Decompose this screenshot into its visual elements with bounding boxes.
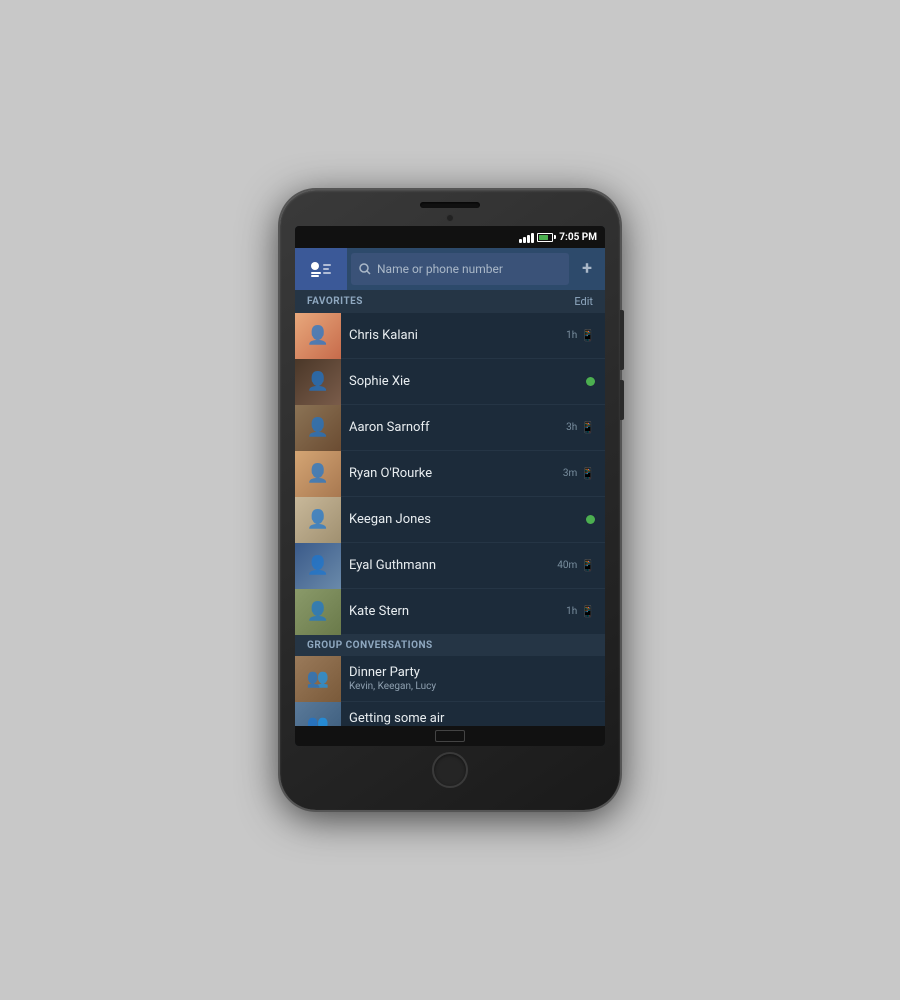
contact-name: Aaron Sarnoff xyxy=(349,420,558,435)
status-icons: 7:05 PM xyxy=(519,231,597,243)
contact-item-keegan-jones[interactable]: 👤 Keegan Jones xyxy=(295,497,605,543)
search-icon xyxy=(359,263,371,275)
contact-info-sophie-xie: Sophie Xie xyxy=(341,374,586,389)
speaker-grill xyxy=(420,202,480,208)
bottom-nav-bar xyxy=(295,726,605,746)
contact-info-kate-stern: Kate Stern xyxy=(341,604,566,619)
contact-meta-eyal-guthmann: 40m 📱 xyxy=(557,559,595,572)
avatar-kate-stern: 👤 xyxy=(295,589,341,635)
group-item-dinner-party[interactable]: 👥 Dinner Party Kevin, Keegan, Lucy xyxy=(295,656,605,702)
contact-info-chris-kalani: Chris Kalani xyxy=(341,328,566,343)
online-indicator xyxy=(586,377,595,386)
contacts-menu-button[interactable] xyxy=(295,248,347,290)
favorites-label: FAVORITES xyxy=(307,296,363,307)
group-item-getting-some-air[interactable]: 👥 Getting some air John, Atish, Sophie, … xyxy=(295,702,605,726)
home-button[interactable] xyxy=(432,752,468,788)
contact-meta-kate-stern: 1h 📱 xyxy=(566,605,595,618)
volume-button xyxy=(620,310,624,370)
device-icon: 📱 xyxy=(581,605,595,618)
contacts-list: 👤 Chris Kalani 1h 📱 👤 Sophie Xie xyxy=(295,313,605,726)
search-bar[interactable]: Name or phone number xyxy=(351,253,569,285)
group-conversations-section-header: GROUP CONVERSATIONS xyxy=(295,635,605,656)
contact-name: Keegan Jones xyxy=(349,512,578,527)
signal-bar-2 xyxy=(523,237,526,243)
favorites-section-header: FAVORITES Edit xyxy=(295,290,605,313)
add-contact-button[interactable]: + xyxy=(573,255,601,283)
contact-name: Kate Stern xyxy=(349,604,558,619)
avatar-getting-some-air: 👥 xyxy=(295,702,341,727)
avatar-dinner-party: 👥 xyxy=(295,656,341,702)
device-icon: 📱 xyxy=(581,329,595,342)
contact-item-eyal-guthmann[interactable]: 👤 Eyal Guthmann 40m 📱 xyxy=(295,543,605,589)
contact-meta-keegan-jones xyxy=(586,515,595,524)
online-indicator xyxy=(586,515,595,524)
contact-meta-chris-kalani: 1h 📱 xyxy=(566,329,595,342)
contact-info-dinner-party: Dinner Party Kevin, Keegan, Lucy xyxy=(341,665,595,692)
contact-meta-aaron-sarnoff: 3h 📱 xyxy=(566,421,595,434)
status-time: 7:05 PM xyxy=(559,232,597,243)
signal-bar-3 xyxy=(527,235,530,243)
group-name: Dinner Party xyxy=(349,665,587,680)
contact-time: 1h xyxy=(566,606,577,617)
signal-bar-1 xyxy=(519,239,522,243)
contact-meta-ryan-orourke: 3m 📱 xyxy=(563,467,595,480)
edit-button[interactable]: Edit xyxy=(574,295,593,308)
contact-time: 3h xyxy=(566,422,577,433)
contact-info-ryan-orourke: Ryan O'Rourke xyxy=(341,466,563,481)
contact-name: Chris Kalani xyxy=(349,328,558,343)
contact-info-getting-some-air: Getting some air John, Atish, Sophie, Me… xyxy=(341,711,595,726)
front-camera-area xyxy=(446,214,454,222)
contact-item-sophie-xie[interactable]: 👤 Sophie Xie xyxy=(295,359,605,405)
plus-icon: + xyxy=(582,260,592,278)
contact-time: 3m xyxy=(563,468,577,479)
contacts-icon xyxy=(309,258,333,280)
avatar-sophie-xie: 👤 xyxy=(295,359,341,405)
signal-bar-4 xyxy=(531,233,534,243)
avatar-aaron-sarnoff: 👤 xyxy=(295,405,341,451)
top-bar: Name or phone number + xyxy=(295,248,605,290)
group-members: Kevin, Keegan, Lucy xyxy=(349,681,587,692)
contact-time: 1h xyxy=(566,330,577,341)
contact-time: 40m xyxy=(557,560,577,571)
phone-screen: 7:05 PM Name or xyxy=(295,226,605,746)
home-button-bar[interactable] xyxy=(435,730,465,742)
contact-item-ryan-orourke[interactable]: 👤 Ryan O'Rourke 3m 📱 xyxy=(295,451,605,497)
device-icon: 📱 xyxy=(581,421,595,434)
battery-fill xyxy=(539,235,547,240)
contact-info-aaron-sarnoff: Aaron Sarnoff xyxy=(341,420,566,435)
group-conversations-label: GROUP CONVERSATIONS xyxy=(307,640,433,651)
home-button-area xyxy=(432,752,468,788)
contact-item-chris-kalani[interactable]: 👤 Chris Kalani 1h 📱 xyxy=(295,313,605,359)
contact-name: Sophie Xie xyxy=(349,374,578,389)
avatar-keegan-jones: 👤 xyxy=(295,497,341,543)
contact-item-kate-stern[interactable]: 👤 Kate Stern 1h 📱 xyxy=(295,589,605,635)
avatar-chris-kalani: 👤 xyxy=(295,313,341,359)
contact-info-eyal-guthmann: Eyal Guthmann xyxy=(341,558,557,573)
avatar-ryan-orourke: 👤 xyxy=(295,451,341,497)
contact-name: Eyal Guthmann xyxy=(349,558,549,573)
contact-item-aaron-sarnoff[interactable]: 👤 Aaron Sarnoff 3h 📱 xyxy=(295,405,605,451)
phone-device: 7:05 PM Name or xyxy=(280,190,620,810)
group-name: Getting some air xyxy=(349,711,587,726)
signal-bars xyxy=(519,231,534,243)
power-button xyxy=(620,380,624,420)
front-camera xyxy=(446,214,454,222)
contact-name: Ryan O'Rourke xyxy=(349,466,555,481)
device-icon: 📱 xyxy=(581,559,595,572)
contact-meta-sophie-xie xyxy=(586,377,595,386)
contact-info-keegan-jones: Keegan Jones xyxy=(341,512,586,527)
search-placeholder: Name or phone number xyxy=(377,262,503,276)
status-bar: 7:05 PM xyxy=(295,226,605,248)
device-icon: 📱 xyxy=(581,467,595,480)
battery-icon xyxy=(537,233,553,242)
avatar-eyal-guthmann: 👤 xyxy=(295,543,341,589)
